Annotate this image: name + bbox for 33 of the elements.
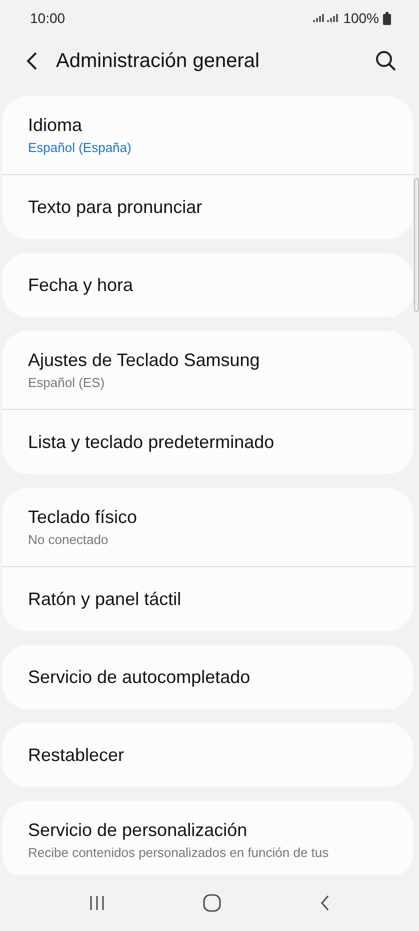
settings-item[interactable]: Teclado físico No conectado	[2, 488, 413, 566]
recent-apps-icon	[88, 895, 106, 911]
settings-item[interactable]: Idioma Español (España)	[2, 96, 413, 174]
status-time: 10:00	[30, 10, 66, 26]
item-title: Idioma	[28, 115, 84, 136]
item-subtitle: Recibe contenidos personalizados en función de tus	[28, 845, 330, 860]
settings-item[interactable]: Fecha y hora	[2, 253, 413, 317]
settings-item[interactable]: Servicio de personalización Recibe contenidos personalizados en función de tus	[2, 801, 413, 875]
back-icon	[318, 894, 331, 912]
signal-icon	[313, 13, 340, 23]
search-icon	[375, 50, 397, 72]
settings-item[interactable]: Lista y teclado predeterminado	[2, 409, 413, 474]
item-title: Servicio de personalización	[28, 820, 248, 841]
item-title: Texto para pronunciar	[28, 196, 204, 218]
home-icon	[202, 893, 222, 913]
item-subtitle: No conectado	[28, 532, 110, 547]
item-title: Lista y teclado predeterminado	[28, 432, 276, 452]
settings-item[interactable]: Restablecer	[2, 723, 413, 787]
item-subtitle: Español (España)	[28, 140, 132, 155]
settings-item[interactable]: Ajustes de Teclado Samsung Español (ES)	[2, 331, 413, 409]
settings-item[interactable]: Ratón y panel táctil	[2, 566, 413, 631]
battery-icon	[383, 12, 391, 24]
settings-item[interactable]: Texto para pronunciar	[2, 174, 413, 239]
item-title: Ratón y panel táctil	[28, 588, 182, 610]
settings-item[interactable]: Servicio de autocompletado	[2, 645, 413, 709]
page-title: Administración general	[56, 50, 260, 72]
item-title: Servicio de autocompletado	[28, 666, 252, 688]
item-title: Fecha y hora	[28, 274, 134, 296]
item-subtitle: Español (ES)	[28, 375, 106, 390]
item-title: Teclado físico	[28, 507, 138, 528]
battery-level: 100%	[343, 10, 379, 26]
item-title: Restablecer	[28, 744, 126, 766]
item-title: Ajustes de Teclado Samsung	[28, 350, 261, 371]
